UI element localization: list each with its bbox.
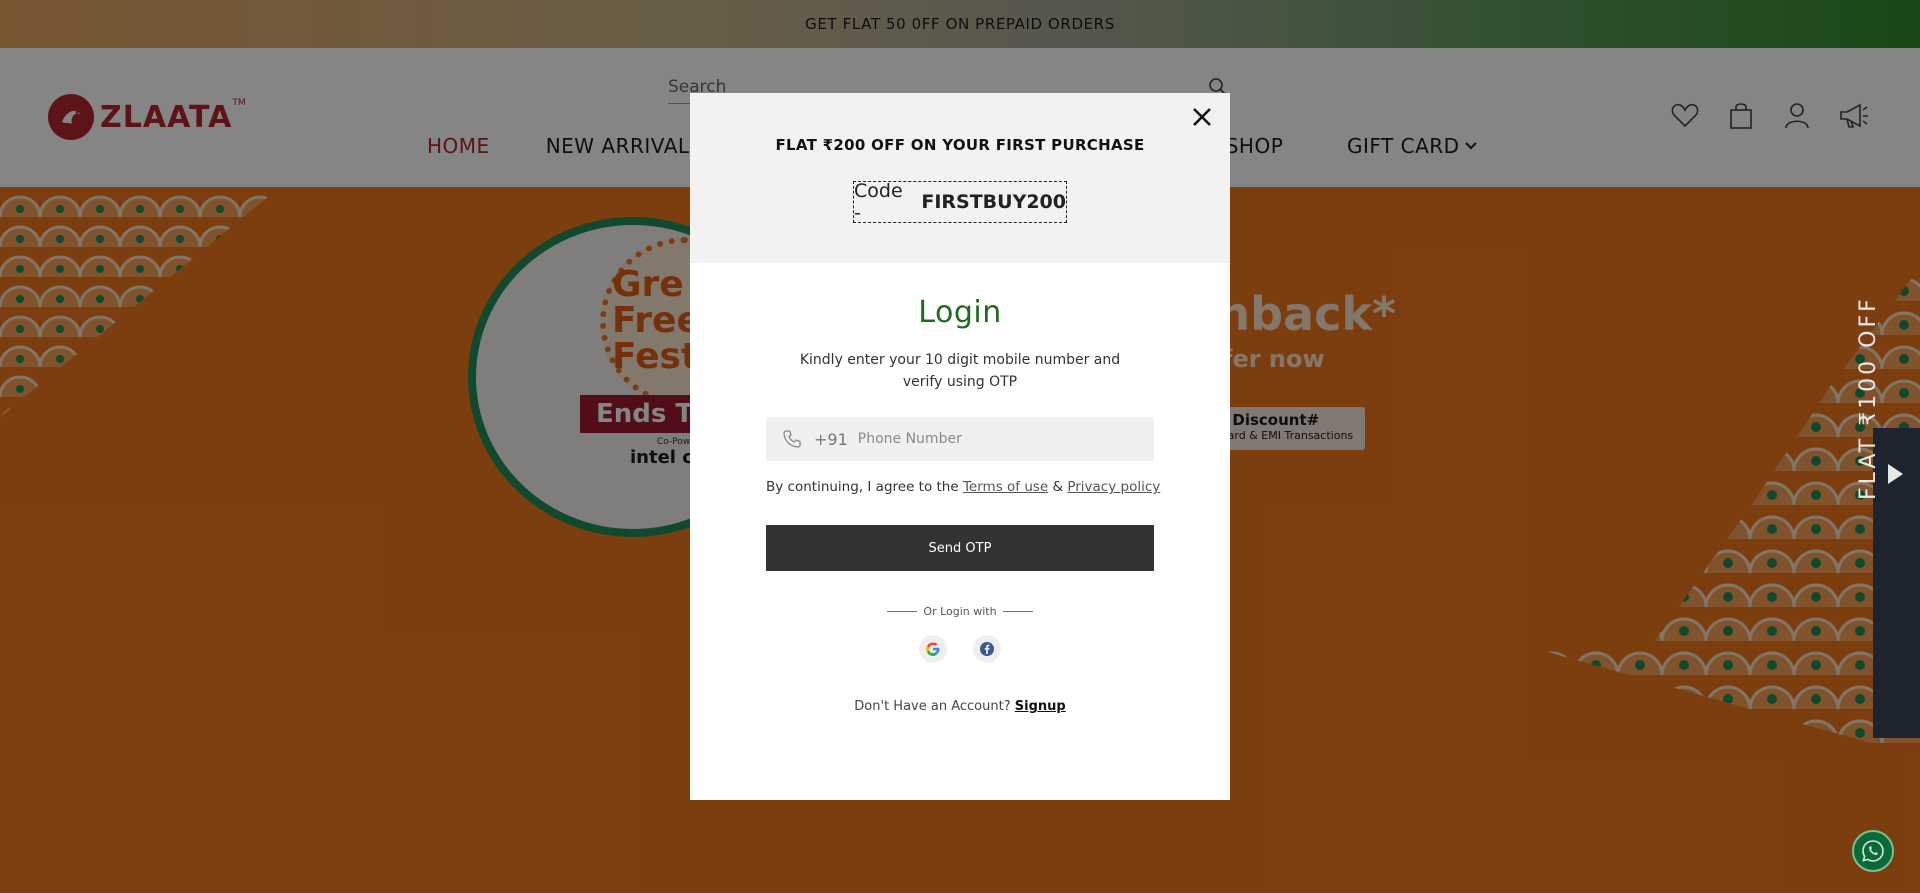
google-icon [926, 642, 940, 656]
promo-code-box[interactable]: Code - FIRSTBUY200 [853, 180, 1067, 224]
no-account-text: Don't Have an Account? [854, 699, 1011, 714]
side-offer-text: FLAT ₹100 OFF [1856, 296, 1881, 500]
whatsapp-icon [1862, 840, 1884, 862]
side-offer-tab[interactable]: FLAT ₹100 OFF [1856, 296, 1920, 738]
login-title: Login [918, 295, 1002, 330]
signup-link[interactable]: Signup [1015, 699, 1066, 714]
signup-prompt: Don't Have an Account? Signup [690, 699, 1230, 714]
terms-of-use-link[interactable]: Terms of use [963, 479, 1048, 495]
play-arrow-icon [1888, 464, 1903, 484]
terms-agreement: By continuing, I agree to the Terms of u… [766, 479, 1160, 495]
send-otp-button[interactable]: Send OTP [766, 525, 1154, 571]
or-login-text: Or Login with [923, 605, 997, 618]
privacy-policy-link[interactable]: Privacy policy [1067, 479, 1160, 495]
close-icon[interactable] [1190, 105, 1214, 129]
promo-code-value: FIRSTBUY200 [921, 191, 1066, 213]
agree-ampersand: & [1052, 479, 1064, 495]
agree-prefix: By continuing, I agree to the [766, 479, 959, 495]
login-subtitle: Kindly enter your 10 digit mobile number… [799, 352, 1121, 390]
phone-icon [783, 430, 801, 448]
phone-number-input[interactable] [857, 431, 1078, 447]
divider-line-right [1002, 611, 1033, 612]
social-login-row [690, 635, 1230, 663]
google-login-button[interactable] [919, 635, 947, 663]
promo-code-prefix: Code - [854, 180, 903, 224]
facebook-login-button[interactable] [973, 635, 1001, 663]
promo-banner: FLAT ₹200 OFF ON YOUR FIRST PURCHASE Cod… [690, 93, 1230, 263]
or-login-divider: Or Login with [690, 605, 1230, 618]
login-modal: FLAT ₹200 OFF ON YOUR FIRST PURCHASE Cod… [690, 93, 1230, 800]
phone-field[interactable]: +91 [766, 417, 1154, 461]
promo-title: FLAT ₹200 OFF ON YOUR FIRST PURCHASE [775, 136, 1145, 154]
whatsapp-button[interactable] [1852, 830, 1894, 872]
country-code: +91 [814, 429, 848, 449]
divider-line-left [887, 611, 918, 612]
facebook-icon [980, 642, 994, 656]
